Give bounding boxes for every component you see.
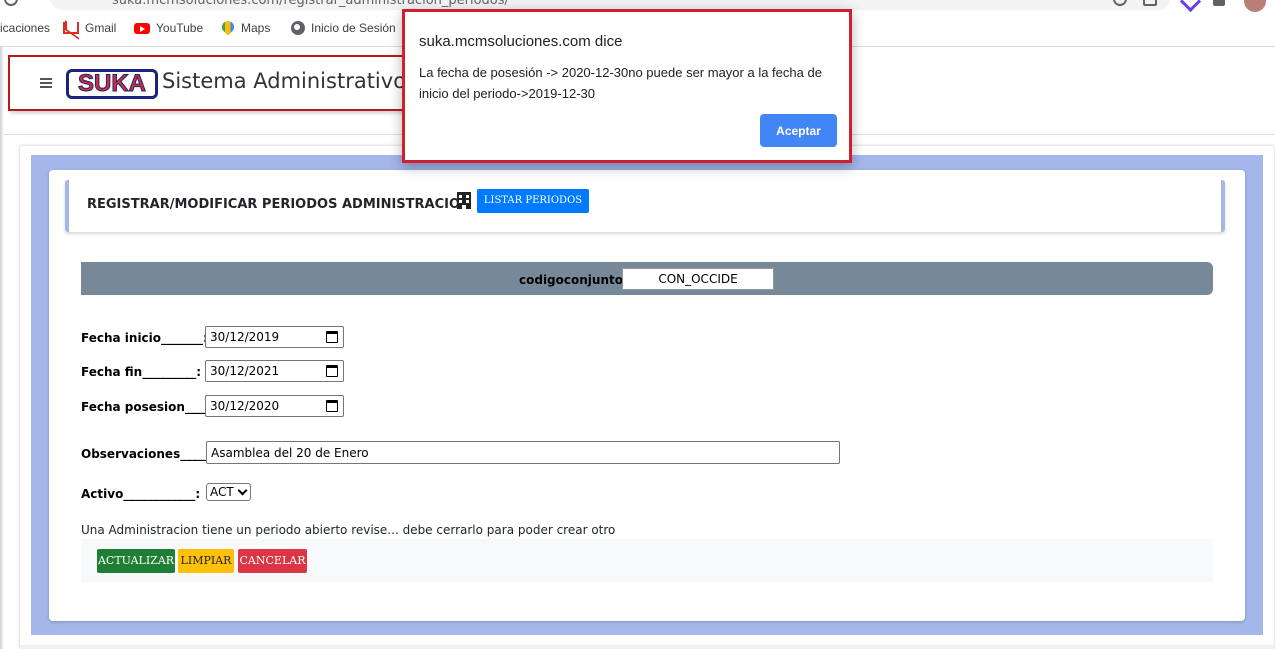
fecha-fin-value: 30/12/2021 <box>210 364 280 378</box>
bookmark-youtube[interactable]: YouTube <box>134 21 203 35</box>
bookmark-label: Maps <box>241 21 271 35</box>
actualizar-button[interactable]: ACTUALIZAR <box>97 549 175 573</box>
fecha-inicio-label: Fecha inicio_______: <box>81 331 208 345</box>
alert-dialog: suka.mcmsoluciones.com dice La fecha de … <box>402 9 852 163</box>
listar-periodos-button[interactable]: LISTAR PERIODOS <box>477 189 589 213</box>
star-icon[interactable] <box>1143 0 1157 6</box>
codigo-conjunto-label: codigoconjunto: <box>519 273 628 287</box>
url-text[interactable]: suka.mcmsoluciones.com/registrar_adminis… <box>112 0 509 8</box>
globe-icon <box>291 21 305 35</box>
limpiar-button[interactable]: LIMPIAR <box>178 549 234 573</box>
bookmark-label: Inicio de Sesión <box>311 21 396 35</box>
chevron-down-icon <box>237 485 248 496</box>
app-header: SUKA Sistema Administrativo <box>8 55 428 111</box>
fecha-posesion-label: Fecha posesion____: <box>81 400 214 414</box>
bookmark-inicio-sesion[interactable]: Inicio de Sesión <box>291 21 396 35</box>
aceptar-button[interactable]: Aceptar <box>760 114 837 147</box>
menu-icon[interactable] <box>40 78 52 88</box>
status-message: Una Administracion tiene un periodo abie… <box>81 523 616 537</box>
activo-selected-value: ACT <box>210 485 234 499</box>
dialog-message: La fecha de posesión -> 2020-12-30no pue… <box>419 65 822 101</box>
form-title-bar: REGISTRAR/MODIFICAR PERIODOS ADMINISTRAC… <box>65 180 1225 232</box>
bookmark-gmail[interactable]: Gmail <box>63 21 116 35</box>
calendar-icon[interactable] <box>326 400 338 412</box>
calendar-icon[interactable] <box>326 365 338 377</box>
maps-icon <box>221 21 235 35</box>
bookmark-label: icaciones <box>0 21 51 35</box>
activo-select[interactable]: ACT <box>206 483 251 501</box>
dialog-title: suka.mcmsoluciones.com dice <box>419 33 623 50</box>
reload-icon[interactable] <box>4 0 18 6</box>
extension-icon[interactable] <box>1179 0 1202 12</box>
bookmark-apps[interactable]: icaciones <box>0 21 50 35</box>
observaciones-input[interactable] <box>206 441 840 464</box>
activo-label: Activo____________: <box>81 487 201 501</box>
logo-text: SUKA <box>77 70 146 98</box>
gmail-icon <box>63 22 79 34</box>
form-title: REGISTRAR/MODIFICAR PERIODOS ADMINISTRAC… <box>87 197 471 212</box>
app-title: Sistema Administrativo <box>162 69 407 93</box>
profile-avatar[interactable] <box>1244 0 1266 12</box>
fecha-inicio-value: 30/12/2019 <box>210 330 280 344</box>
building-icon <box>457 192 471 209</box>
fecha-fin-label: Fecha fin_________: <box>81 365 202 379</box>
bookmark-label: YouTube <box>156 21 204 35</box>
youtube-icon <box>134 22 150 34</box>
fecha-posesion-input[interactable]: 30/12/2020 <box>205 395 344 417</box>
fecha-inicio-input[interactable]: 30/12/2019 <box>205 326 344 348</box>
action-bar: ACTUALIZAR LIMPIAR CANCELAR <box>81 539 1213 582</box>
codigo-conjunto-input[interactable] <box>622 268 774 290</box>
sidebar-shadow <box>0 47 4 649</box>
cancelar-button[interactable]: CANCELAR <box>238 549 307 573</box>
puzzle-icon[interactable] <box>1213 0 1225 6</box>
suka-logo[interactable]: SUKA <box>66 69 158 99</box>
bookmark-label: Gmail <box>85 21 117 35</box>
page-footer-edge <box>20 645 1274 649</box>
fecha-posesion-value: 30/12/2020 <box>210 399 280 413</box>
bookmark-maps[interactable]: Maps <box>221 21 270 35</box>
calendar-icon[interactable] <box>326 331 338 343</box>
observaciones-label: Observaciones_____: <box>81 447 216 461</box>
codigo-conjunto-bar: codigoconjunto: <box>81 262 1213 295</box>
fecha-fin-input[interactable]: 30/12/2021 <box>205 360 344 382</box>
